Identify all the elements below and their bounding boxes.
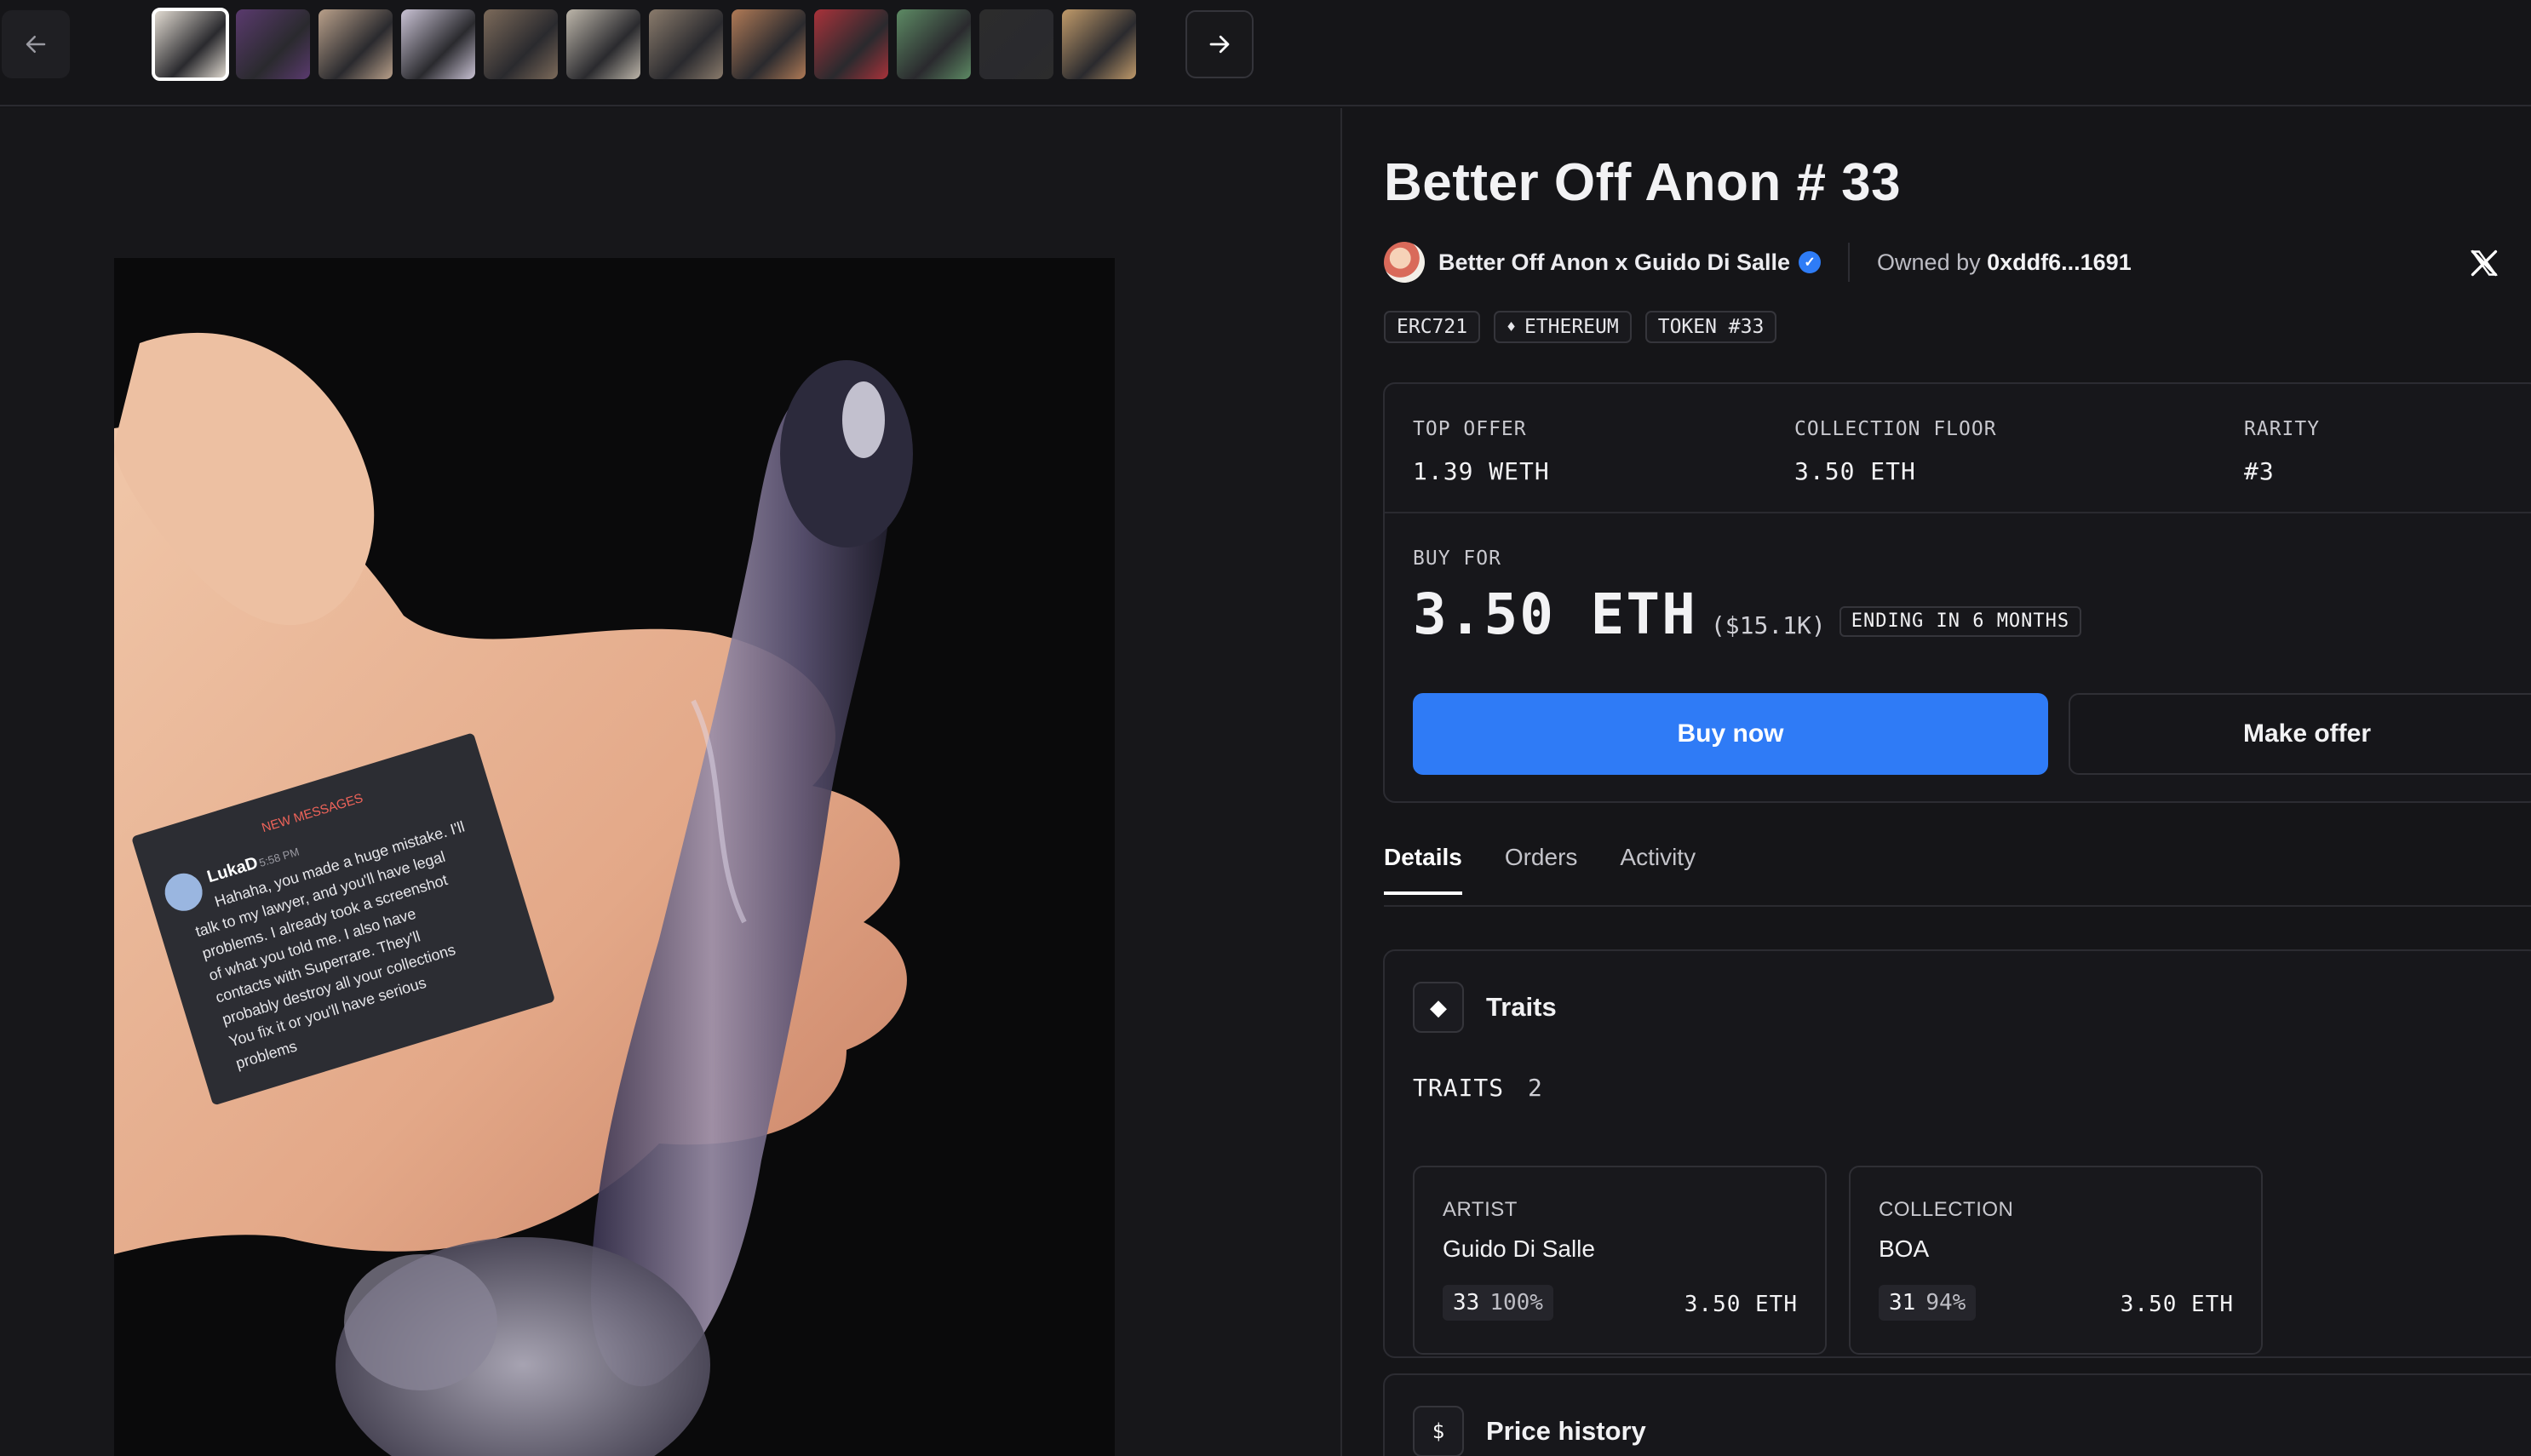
tab-details[interactable]: Details	[1384, 844, 1462, 895]
top-offer-label: TOP OFFER	[1413, 418, 1527, 440]
trait-count-number: 31	[1889, 1290, 1916, 1316]
thumbnail-1[interactable]	[152, 8, 229, 81]
traits-count-value: 2	[1528, 1074, 1543, 1102]
arrow-right-icon	[1209, 35, 1230, 54]
thumbnail-5[interactable]	[484, 9, 558, 79]
owner-link[interactable]: 0xddf6...1691	[1987, 249, 2132, 275]
thumbnail-9[interactable]	[814, 9, 888, 79]
trait-floor-price: 3.50 ETH	[2120, 1292, 2234, 1317]
item-meta-row: Better Off Anon x Guido Di Salle ✓ Owned…	[1384, 241, 2508, 284]
standard-badge: ERC721	[1384, 311, 1481, 343]
item-title: Better Off Anon # 33	[1384, 153, 1902, 212]
ethereum-icon: ♦	[1507, 318, 1516, 336]
token-badges: ERC721 ♦ ETHEREUM TOKEN #33	[1384, 311, 1777, 343]
rarity-label: RARITY	[2244, 418, 2321, 440]
diamond-icon: ◆	[1413, 982, 1464, 1033]
traits-title: Traits	[1486, 992, 1557, 1022]
rarity-value: #3	[2244, 457, 2275, 485]
thumbnail-list	[152, 8, 1136, 81]
meta-separator	[1848, 243, 1851, 282]
thumbnail-12[interactable]	[1062, 9, 1136, 79]
price-history-section: $ Price history	[1383, 1373, 2531, 1456]
thumbnail-2[interactable]	[236, 9, 310, 79]
trait-type: ARTIST	[1443, 1198, 1518, 1221]
arrow-left-icon	[26, 36, 46, 53]
trait-count: 31 94%	[1879, 1285, 1977, 1321]
floor-value: 3.50 ETH	[1794, 457, 1916, 485]
trait-card-artist[interactable]: ARTIST Guido Di Salle 33 100% 3.50 ETH	[1413, 1166, 1827, 1355]
artwork-image: NEW MESSAGES LukaD 5:58 PM Hahaha, you m…	[114, 258, 1115, 1456]
floor-stat: COLLECTION FLOOR 3.50 ETH	[1794, 418, 1997, 485]
detail-panel: Better Off Anon # 33 Better Off Anon x G…	[1342, 108, 2531, 1456]
thumbnail-10[interactable]	[897, 9, 971, 79]
thumbnail-7[interactable]	[649, 9, 723, 79]
dollar-icon: $	[1413, 1406, 1464, 1456]
card-divider	[1385, 512, 2531, 513]
previous-button[interactable]	[2, 10, 70, 78]
price-row: 3.50 ETH ($15.1K) ENDING IN 6 MONTHS	[1413, 582, 2082, 647]
owned-by-label: Owned by	[1877, 249, 1981, 275]
top-offer-stat: TOP OFFER 1.39 WETH	[1413, 418, 1550, 485]
thumbnail-6[interactable]	[566, 9, 640, 79]
price-history-title: Price history	[1486, 1416, 1646, 1446]
thumbnail-11[interactable]	[979, 9, 1053, 79]
next-button[interactable]	[1185, 10, 1254, 78]
buy-now-button[interactable]: Buy now	[1413, 693, 2048, 775]
rarity-stat: RARITY #3	[2244, 418, 2320, 485]
trait-count-number: 33	[1453, 1290, 1480, 1316]
thumbnail-3[interactable]	[319, 9, 393, 79]
trait-count-percent: 100%	[1489, 1290, 1543, 1316]
owner-info: Owned by 0xddf6...1691	[1877, 249, 2132, 276]
thumbnail-strip	[0, 0, 2531, 106]
trait-card-collection[interactable]: COLLECTION BOA 31 94% 3.50 ETH	[1849, 1166, 2263, 1355]
collection-link[interactable]: Better Off Anon x Guido Di Salle	[1438, 249, 1790, 276]
price-usd: ($15.1K)	[1710, 611, 1826, 639]
traits-count-label: TRAITS	[1413, 1074, 1505, 1102]
verified-badge-icon: ✓	[1799, 251, 1822, 273]
traits-section: ◆ Traits TRAITS 2 ARTIST Guido Di Salle …	[1383, 949, 2531, 1358]
price-history-header[interactable]: $ Price history	[1413, 1406, 1646, 1456]
media-panel: NEW MESSAGES LukaD 5:58 PM Hahaha, you m…	[0, 108, 1340, 1456]
price-value: 3.50 ETH	[1413, 582, 1697, 647]
traits-header[interactable]: ◆ Traits	[1413, 982, 1557, 1033]
buy-for-label: BUY FOR	[1413, 547, 1501, 570]
trait-value: Guido Di Salle	[1443, 1235, 1595, 1262]
token-id-badge: TOKEN #33	[1644, 311, 1777, 343]
top-offer-value: 1.39 WETH	[1413, 457, 1550, 485]
traits-count: TRAITS 2	[1413, 1074, 1543, 1102]
purchase-card: TOP OFFER 1.39 WETH COLLECTION FLOOR 3.5…	[1383, 382, 2531, 803]
tabs-underline	[1384, 905, 2531, 907]
tab-activity[interactable]: Activity	[1620, 844, 1696, 895]
detail-tabs: Details Orders Activity	[1384, 844, 1696, 895]
trait-floor-price: 3.50 ETH	[1684, 1292, 1798, 1317]
make-offer-button[interactable]: Make offer	[2069, 693, 2531, 775]
thumbnail-8[interactable]	[732, 9, 806, 79]
trait-count-percent: 94%	[1926, 1290, 1966, 1316]
trait-type: COLLECTION	[1879, 1198, 2014, 1221]
collection-avatar[interactable]	[1384, 242, 1425, 283]
tab-orders[interactable]: Orders	[1505, 844, 1578, 895]
chain-badge: ♦ ETHEREUM	[1494, 311, 1632, 343]
nft-artwork[interactable]: NEW MESSAGES LukaD 5:58 PM Hahaha, you m…	[114, 258, 1115, 1456]
listing-ending-badge: ENDING IN 6 MONTHS	[1839, 605, 2082, 637]
chain-badge-label: ETHEREUM	[1524, 316, 1619, 338]
thumbnail-4[interactable]	[401, 9, 475, 79]
trait-value: BOA	[1879, 1235, 1930, 1262]
floor-label: COLLECTION FLOOR	[1794, 418, 1997, 440]
trait-count: 33 100%	[1443, 1285, 1553, 1321]
x-share-icon[interactable]	[2469, 248, 2499, 278]
